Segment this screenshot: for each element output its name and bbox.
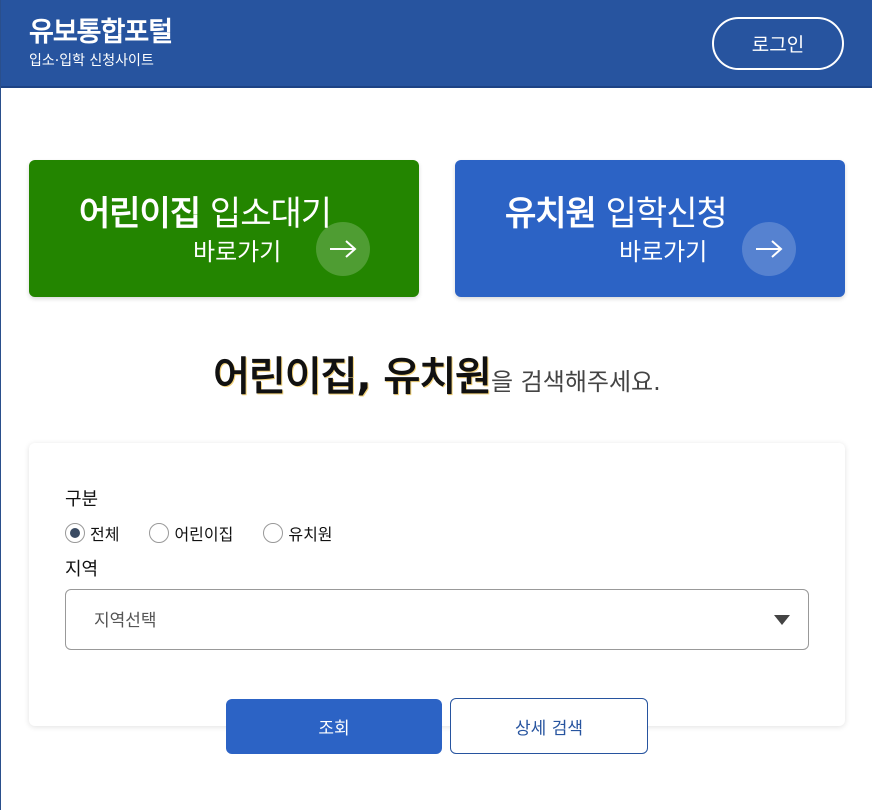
- radio-all-label: 전체: [90, 525, 120, 544]
- site-title[interactable]: 유보통합포털: [29, 10, 173, 49]
- radio-daycare[interactable]: 어린이집: [149, 521, 233, 545]
- radio-unchecked-icon[interactable]: [263, 523, 284, 543]
- search-panel: 구분 전체 어린이집 유치원 지역 지역선택: [29, 443, 845, 726]
- search-heading-strong: 어린이집, 유치원: [213, 354, 492, 400]
- region-select[interactable]: 지역선택: [65, 589, 809, 650]
- daycare-card-title-light: 입소대기: [200, 194, 332, 234]
- kinder-card-title: 유치원 입학신청: [505, 186, 728, 235]
- arrow-right-icon[interactable]: [316, 222, 370, 276]
- radio-unchecked-icon[interactable]: [149, 523, 170, 543]
- daycare-waitlist-card[interactable]: 어린이집 입소대기 바로가기: [29, 160, 419, 297]
- radio-all[interactable]: 전체: [65, 521, 119, 545]
- arrow-right-icon[interactable]: [742, 222, 796, 276]
- daycare-card-go-label: 바로가기: [193, 238, 282, 266]
- site-header: 유보통합포털 입소·입학 신청사이트 로그인: [1, 0, 872, 88]
- daycare-card-title-strong: 어린이집: [79, 194, 201, 234]
- radio-kindergarten[interactable]: 유치원: [263, 521, 333, 545]
- kinder-card-title-strong: 유치원: [505, 194, 597, 234]
- region-select-value: 지역선택: [94, 611, 157, 631]
- caret-down-icon: [774, 615, 790, 625]
- search-heading: 어린이집, 유치원을 검색해주세요.: [1, 344, 872, 402]
- login-button[interactable]: 로그인: [712, 17, 844, 70]
- kinder-card-title-light: 입학신청: [595, 194, 728, 234]
- search-button[interactable]: 조회: [226, 699, 442, 754]
- radio-daycare-label: 어린이집: [174, 525, 234, 544]
- radio-kindergarten-label: 유치원: [288, 525, 333, 544]
- region-label: 지역: [65, 559, 99, 580]
- daycare-card-title: 어린이집 입소대기: [79, 186, 332, 235]
- type-label: 구분: [65, 489, 99, 510]
- radio-checked-icon[interactable]: [65, 523, 85, 543]
- detail-search-button[interactable]: 상세 검색: [450, 698, 648, 754]
- kindergarten-apply-card[interactable]: 유치원 입학신청 바로가기: [455, 160, 845, 297]
- kinder-card-go-label: 바로가기: [619, 238, 708, 266]
- search-heading-rest: 을 검색해주세요.: [490, 368, 661, 396]
- site-subtitle: 입소·입학 신청사이트: [29, 53, 154, 69]
- type-radio-group: 전체 어린이집 유치원: [65, 521, 363, 545]
